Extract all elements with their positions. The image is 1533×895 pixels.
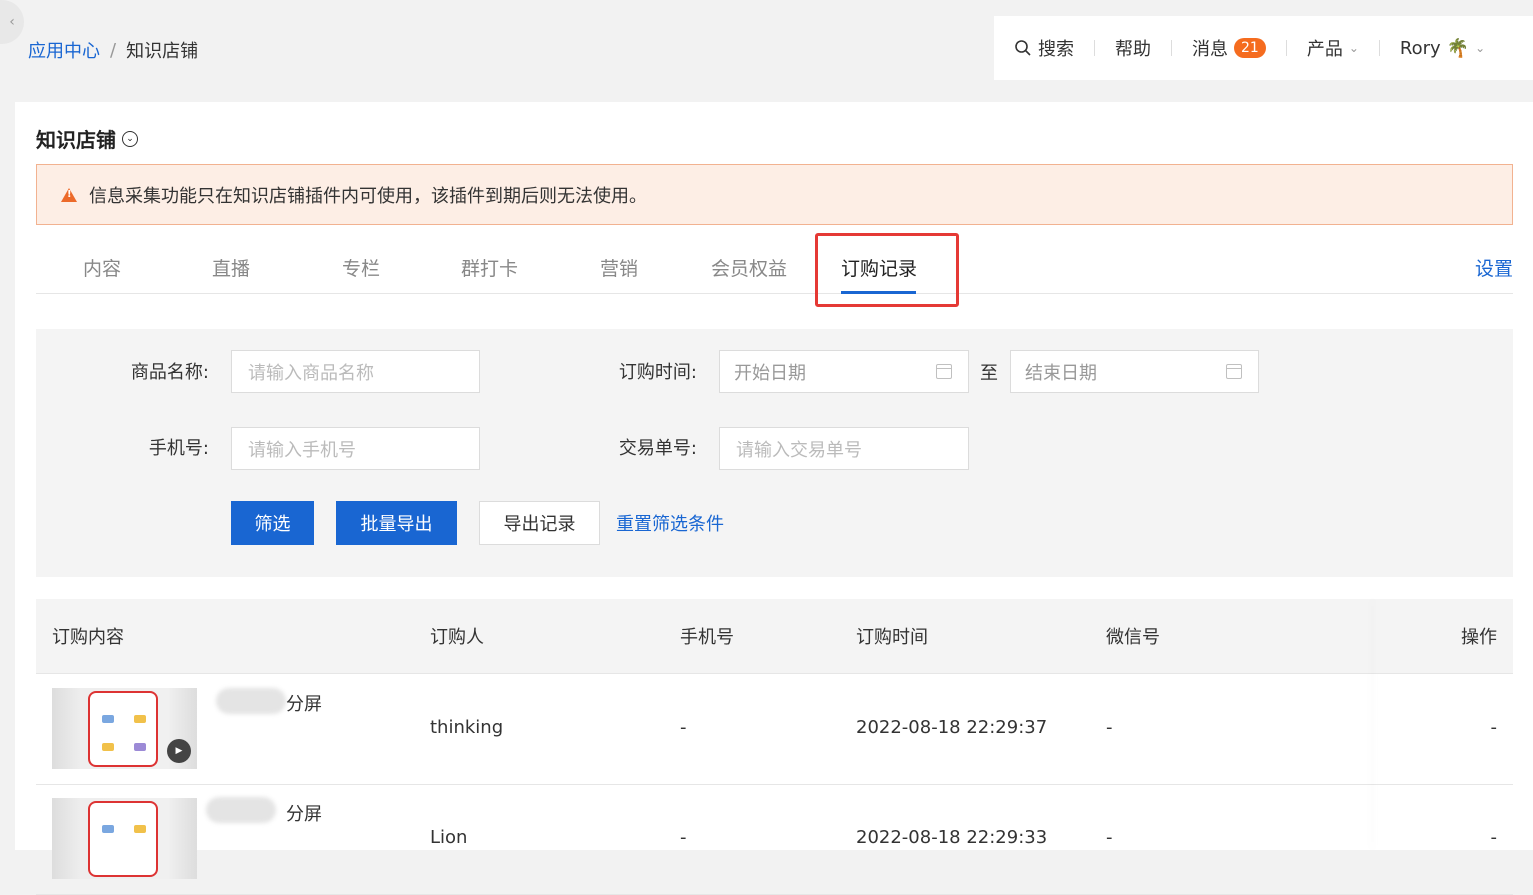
- calendar-icon: [936, 364, 952, 379]
- chevron-down-icon: ⌄: [1475, 41, 1486, 55]
- highlight-box: [815, 233, 959, 307]
- messages-label: 消息: [1192, 39, 1228, 60]
- user-name: Rory: [1399, 37, 1441, 59]
- start-date-picker[interactable]: 开始日期: [719, 350, 969, 393]
- date-range-separator: 至: [980, 363, 998, 384]
- search-label: 搜索: [1038, 39, 1074, 60]
- filter-button[interactable]: 筛选: [231, 501, 314, 545]
- warning-alert: 信息采集功能只在知识店铺插件内可使用，该插件到期后则无法使用。: [36, 164, 1513, 225]
- phone-value: -: [680, 827, 687, 848]
- main-panel: 知识店铺 ⌄ 信息采集功能只在知识店铺插件内可使用，该插件到期后则无法使用。 内…: [15, 102, 1533, 895]
- phone-input[interactable]: 请输入手机号: [231, 427, 480, 470]
- header-order-time: 订购时间: [856, 627, 928, 648]
- fixed-column-shadow: [1376, 599, 1377, 850]
- alert-text: 信息采集功能只在知识店铺插件内可使用，该插件到期后则无法使用。: [89, 185, 647, 207]
- breadcrumb-app-center[interactable]: 应用中心: [28, 37, 100, 63]
- table-row: ▶ 分屏 thinking - 2022-08-18 22:29:37 - -: [36, 675, 1513, 785]
- messages-count-badge: 21: [1234, 38, 1266, 58]
- export-log-button[interactable]: 导出记录: [479, 501, 600, 545]
- video-play-icon: ▶: [167, 739, 191, 763]
- trade-no-label: 交易单号:: [618, 438, 697, 459]
- redacted-text: [216, 688, 286, 714]
- phone-value: -: [680, 717, 687, 738]
- order-time-value: 2022-08-18 22:29:33: [856, 827, 1048, 848]
- wechat-value: -: [1106, 827, 1113, 848]
- wechat-value: -: [1106, 717, 1113, 738]
- tab-live[interactable]: 直播: [212, 254, 250, 281]
- phone-label: 手机号:: [148, 438, 209, 459]
- help-label: 帮助: [1115, 39, 1151, 60]
- product-dropdown[interactable]: 产品 ⌄: [1287, 35, 1379, 61]
- product-label: 产品: [1306, 39, 1343, 60]
- table-header: 订购内容 订购人 手机号 订购时间 微信号 操作: [36, 599, 1513, 674]
- buyer-name: thinking: [430, 717, 504, 738]
- end-date-picker[interactable]: 结束日期: [1010, 350, 1259, 393]
- collapse-sidebar-button[interactable]: ‹: [0, 0, 24, 44]
- chevron-down-circle-icon[interactable]: ⌄: [122, 130, 138, 147]
- header-order-content: 订购内容: [52, 627, 124, 648]
- tab-marketing[interactable]: 营销: [600, 254, 638, 281]
- poster-image: [88, 691, 158, 767]
- breadcrumb: 应用中心 / 知识店铺: [28, 37, 198, 63]
- action-value: -: [1490, 827, 1498, 848]
- search-button[interactable]: 搜索: [994, 35, 1094, 61]
- content-title[interactable]: 分屏: [286, 800, 322, 826]
- start-date-placeholder: 开始日期: [734, 362, 806, 384]
- batch-export-button[interactable]: 批量导出: [336, 501, 457, 545]
- warning-icon: [61, 187, 77, 202]
- chevron-left-icon: ‹: [9, 14, 15, 30]
- poster-image: [88, 801, 158, 877]
- trade-no-input[interactable]: 请输入交易单号: [719, 427, 969, 470]
- breadcrumb-current: 知识店铺: [126, 41, 199, 62]
- tab-member-benefits[interactable]: 会员权益: [711, 254, 787, 281]
- page-title: 知识店铺 ⌄: [36, 124, 138, 153]
- chevron-down-icon: ⌄: [1348, 41, 1359, 55]
- content-thumbnail[interactable]: [52, 798, 197, 879]
- product-name-label: 商品名称:: [130, 362, 209, 383]
- content-thumbnail[interactable]: ▶: [52, 688, 197, 769]
- breadcrumb-separator: /: [110, 39, 117, 61]
- header-phone: 手机号: [680, 627, 734, 648]
- order-time-value: 2022-08-18 22:29:37: [856, 717, 1048, 738]
- help-button[interactable]: 帮助: [1095, 35, 1171, 61]
- page-title-text: 知识店铺: [36, 128, 116, 152]
- end-date-placeholder: 结束日期: [1025, 362, 1097, 384]
- order-time-label: 订购时间:: [618, 362, 697, 383]
- calendar-icon: [1226, 364, 1242, 379]
- search-icon: [1015, 40, 1031, 56]
- reset-filter-link[interactable]: 重置筛选条件: [612, 501, 728, 545]
- table-row: 分屏 Lion - 2022-08-18 22:29:33 - -: [36, 785, 1513, 895]
- action-value: -: [1490, 717, 1498, 738]
- order-table: 订购内容 订购人 手机号 订购时间 微信号 操作 ▶ 分屏 thinking -…: [36, 599, 1513, 895]
- content-title[interactable]: 分屏: [286, 690, 322, 716]
- header-buyer: 订购人: [430, 627, 484, 648]
- tab-content[interactable]: 内容: [83, 254, 121, 281]
- settings-link[interactable]: 设置: [1475, 254, 1513, 281]
- user-menu[interactable]: Rory 🌴 ⌄: [1380, 38, 1505, 59]
- header-actions: 操作: [1461, 627, 1497, 648]
- redacted-text: [206, 797, 276, 823]
- filter-panel: 商品名称: 请输入商品名称 订购时间: 开始日期 至 结束日期 手机号: 请输入…: [36, 329, 1513, 577]
- tab-bar: 内容 直播 专栏 群打卡 营销 会员权益 订购记录 设置: [36, 233, 1513, 307]
- tab-column[interactable]: 专栏: [342, 254, 380, 281]
- buyer-name: Lion: [430, 827, 468, 848]
- tab-group-checkin[interactable]: 群打卡: [461, 254, 518, 281]
- top-toolbar: 搜索 帮助 消息 21 产品 ⌄ Rory 🌴 ⌄: [994, 16, 1533, 80]
- palm-tree-icon: 🌴: [1446, 37, 1470, 59]
- messages-button[interactable]: 消息 21: [1172, 35, 1286, 61]
- header-wechat: 微信号: [1106, 627, 1160, 648]
- product-name-input[interactable]: 请输入商品名称: [231, 350, 480, 393]
